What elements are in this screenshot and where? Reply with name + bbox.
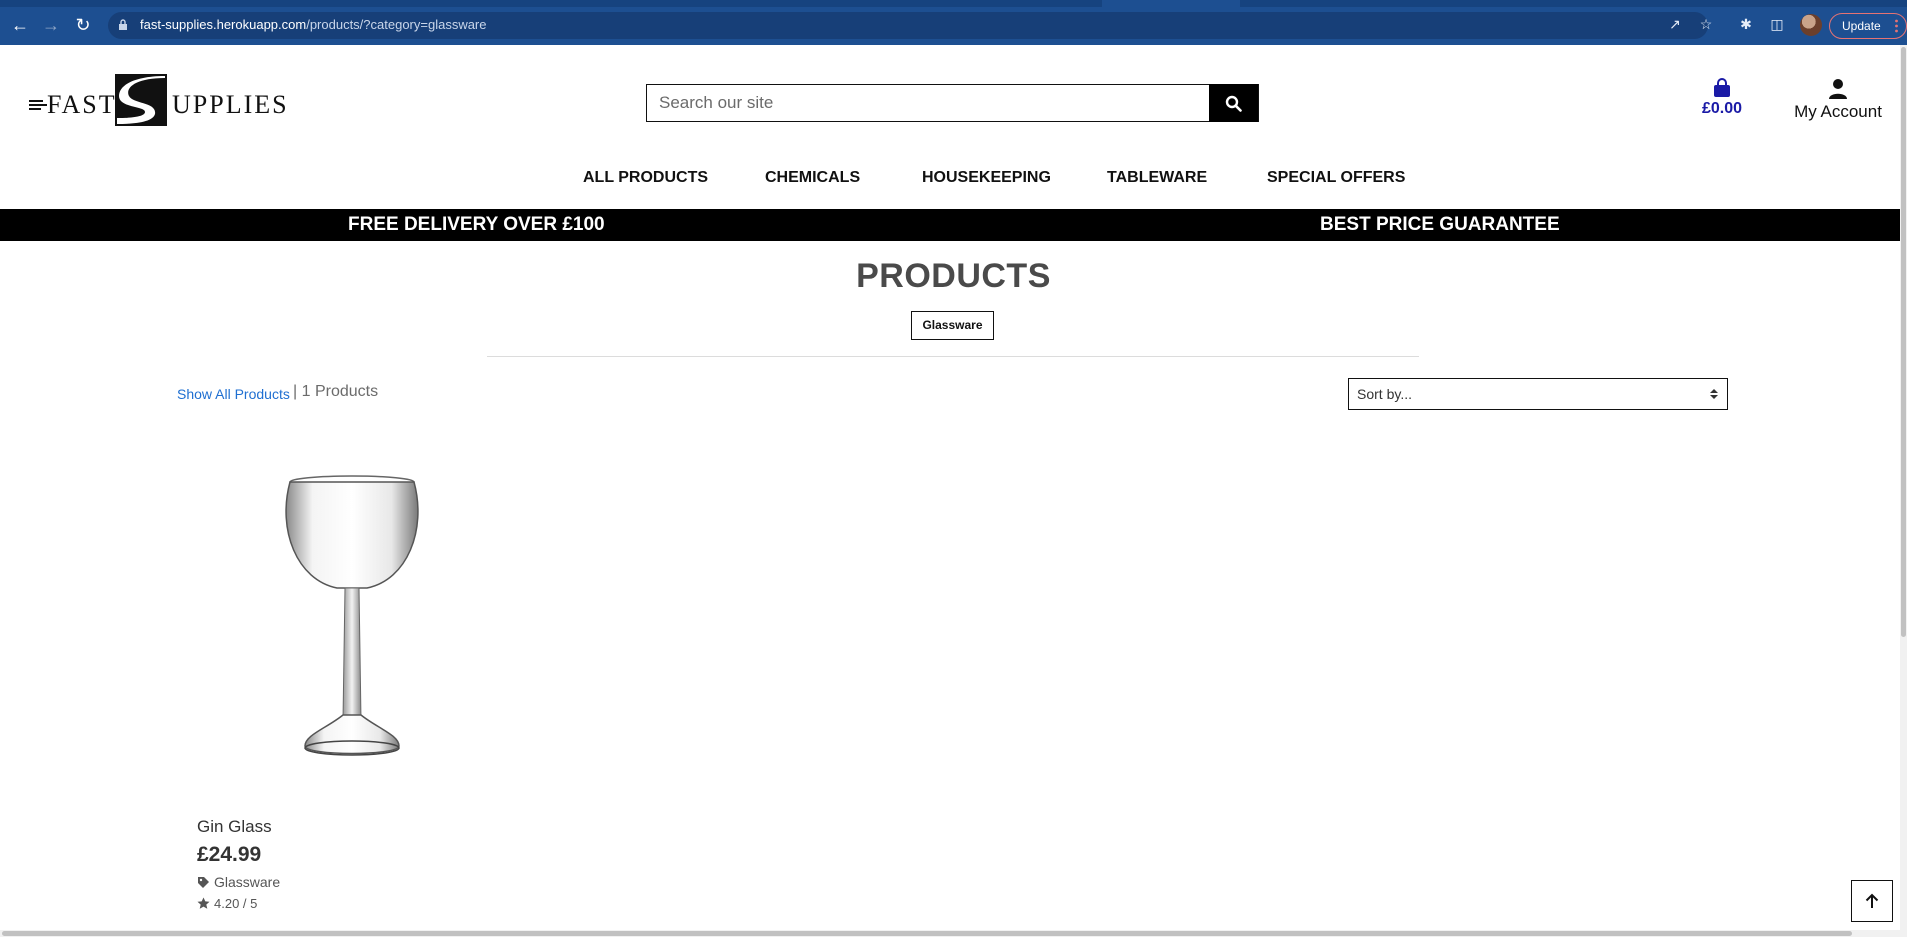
arrow-up-icon (1865, 893, 1879, 908)
product-price: £24.99 (197, 843, 262, 866)
divider (487, 356, 1419, 357)
count-separator: | (293, 383, 298, 400)
sort-value: Sort by... (1357, 386, 1412, 402)
product-rating-value: 4.20 / 5 (214, 896, 258, 911)
product-image[interactable] (267, 470, 437, 770)
product-category[interactable]: Glassware (197, 874, 280, 890)
side-panel-icon[interactable]: ◫ (1768, 15, 1786, 33)
logo-text-upplies: UPPLIES (172, 90, 289, 119)
main-navigation: ALL PRODUCTS CHEMICALS HOUSEKEEPING TABL… (560, 169, 1420, 193)
nav-tableware[interactable]: TABLEWARE (1107, 169, 1207, 187)
lock-icon[interactable] (118, 19, 128, 30)
user-icon (1829, 79, 1847, 99)
share-icon[interactable]: ↗ (1666, 15, 1684, 33)
search-button[interactable] (1209, 84, 1258, 122)
back-to-top-button[interactable] (1851, 880, 1893, 922)
forward-icon[interactable]: → (40, 14, 62, 36)
promo-banner: FREE DELIVERY OVER £100 BEST PRICE GUARA… (0, 209, 1900, 241)
nav-special-offers[interactable]: SPECIAL OFFERS (1267, 169, 1405, 187)
bookmark-star-icon[interactable]: ☆ (1697, 15, 1715, 33)
shopping-bag-button[interactable]: £0.00 (1700, 78, 1744, 128)
search-icon (1225, 95, 1242, 112)
nav-housekeeping[interactable]: HOUSEKEEPING (922, 169, 1051, 187)
my-account-label: My Account (1794, 102, 1882, 121)
page-title: PRODUCTS (856, 257, 1051, 295)
logo-speed-lines (29, 100, 47, 112)
tab-strip (0, 0, 1907, 7)
active-tab[interactable] (1102, 0, 1240, 7)
category-badge[interactable]: Glassware (911, 311, 994, 340)
vertical-scroll-thumb[interactable] (1901, 47, 1906, 637)
search-input[interactable] (647, 85, 1210, 121)
product-rating: 4.20 / 5 (197, 896, 257, 911)
select-arrows-icon (1710, 389, 1718, 399)
shopping-bag-icon (1714, 78, 1730, 97)
reload-icon[interactable]: ↻ (72, 14, 94, 36)
profile-avatar[interactable] (1800, 14, 1822, 36)
nav-chemicals[interactable]: CHEMICALS (765, 169, 860, 187)
product-category-label: Glassware (214, 874, 281, 890)
logo-text-fast: FAST (47, 90, 117, 119)
address-text[interactable]: fast-supplies.herokuapp.com/products/?ca… (140, 17, 487, 32)
vertical-scrollbar[interactable] (1900, 45, 1907, 937)
bag-total: £0.00 (1701, 100, 1743, 117)
star-icon (197, 897, 210, 909)
product-card[interactable]: Gin Glass £24.99 Glassware 4.20 / 5 (195, 440, 495, 920)
extensions-icon[interactable]: ✱ (1737, 15, 1755, 33)
product-name[interactable]: Gin Glass (197, 817, 272, 837)
logo-s-mark (115, 74, 167, 126)
promo-best-price: BEST PRICE GUARANTEE (1320, 214, 1560, 235)
promo-free-delivery: FREE DELIVERY OVER £100 (348, 214, 605, 235)
site-search (646, 84, 1259, 122)
count-label: 1 Products (301, 383, 379, 400)
tag-icon (198, 877, 209, 888)
my-account-button[interactable]: My Account (1784, 78, 1892, 128)
product-count: | 1 Products (293, 383, 378, 401)
show-all-products-link[interactable]: Show All Products (177, 386, 290, 402)
site-logo[interactable]: FAST UPPLIES (29, 72, 287, 128)
horizontal-scroll-thumb[interactable] (2, 931, 1852, 936)
more-menu-icon[interactable] (1895, 19, 1898, 33)
sort-select[interactable]: Sort by... (1348, 378, 1728, 410)
nav-all-products[interactable]: ALL PRODUCTS (583, 169, 708, 187)
back-icon[interactable]: ← (9, 14, 31, 36)
horizontal-scrollbar[interactable] (0, 930, 1900, 937)
